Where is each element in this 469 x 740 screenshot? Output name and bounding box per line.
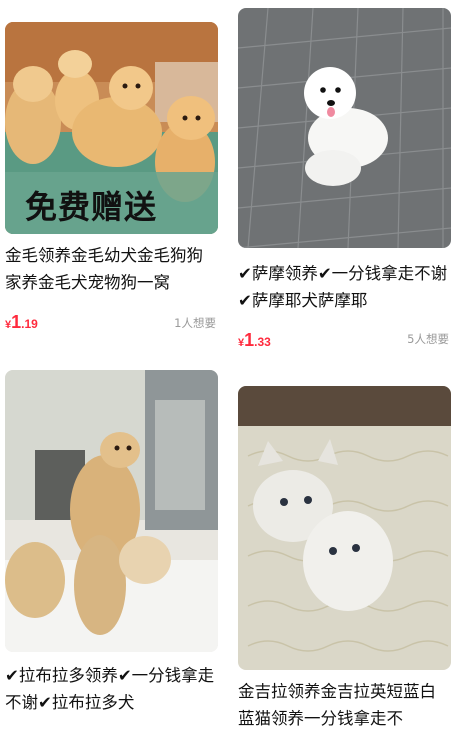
free-giveaway-overlay: 免费赠送	[25, 188, 158, 226]
product-photo-golden-puppies[interactable]: 免费赠送	[5, 22, 218, 234]
product-photo-labrador[interactable]	[5, 370, 218, 652]
product-title[interactable]: 金毛领养金毛幼犬金毛狗狗家养金毛犬宠物狗一窝	[5, 242, 218, 296]
wants-count: 1人想要	[174, 316, 216, 330]
price-integer: 1	[244, 330, 255, 350]
product-photo-chinchilla-kittens[interactable]	[238, 386, 451, 670]
product-photo-samoyed[interactable]	[238, 8, 451, 248]
price-decimal: .19	[21, 317, 38, 331]
product-title[interactable]: ✔萨摩领养✔一分钱拿走不谢✔萨摩耶犬萨摩耶	[238, 260, 451, 314]
price-integer: 1	[11, 312, 22, 332]
product-price: ¥1.19	[5, 312, 38, 333]
product-title[interactable]: 金吉拉领养金吉拉英短蓝白蓝猫领养一分钱拿走不	[238, 678, 451, 732]
price-decimal: .33	[254, 335, 271, 349]
wants-count: 5人想要	[407, 332, 449, 346]
product-price: ¥1.33	[238, 330, 271, 351]
product-title[interactable]: ✔拉布拉多领养✔一分钱拿走不谢✔拉布拉多犬	[5, 662, 218, 716]
